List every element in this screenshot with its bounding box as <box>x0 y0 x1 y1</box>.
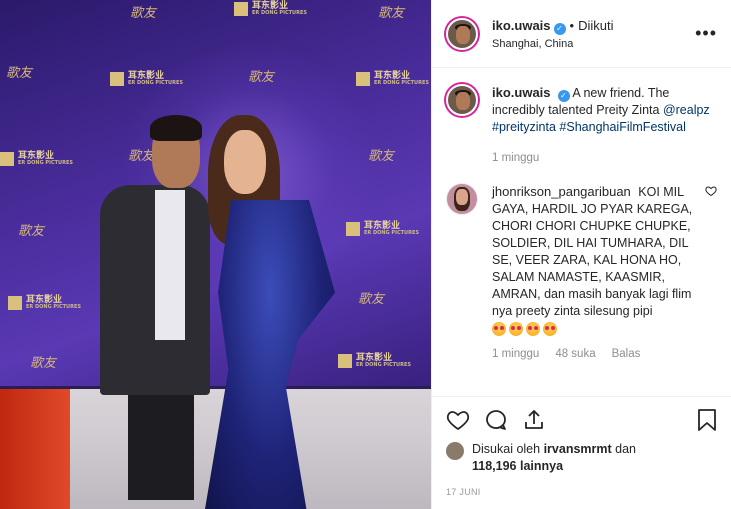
caption-mention[interactable]: @realpz <box>663 103 710 117</box>
caption-body: iko.uwais ✓ A new friend. The incredibly … <box>492 84 717 167</box>
likes-line: Disukai oleh irvansmrmt dan 118,196 lain… <box>446 441 718 475</box>
bookmark-icon[interactable] <box>696 408 718 432</box>
heart-eyes-emoji-icon <box>509 322 523 336</box>
author-avatar[interactable] <box>446 17 478 50</box>
caption-avatar[interactable] <box>446 84 478 116</box>
likes-connector: dan <box>615 442 637 456</box>
comment-meta: 1 minggu 48 suka Balas <box>492 346 699 363</box>
woman-face <box>224 130 266 194</box>
share-icon[interactable] <box>522 408 546 432</box>
likes-count[interactable]: 118,196 <box>472 459 517 473</box>
comment-like-heart-icon[interactable] <box>705 185 717 197</box>
backdrop-brand: 耳东影业 ER DONG PICTURES <box>110 72 183 86</box>
post-sidebar: iko.uwais ✓ • Diikuti Shanghai, China ••• i… <box>431 0 731 509</box>
heart-icon[interactable] <box>446 408 470 432</box>
liker-avatar[interactable] <box>446 442 464 460</box>
backdrop-brand: 耳东影业 ER DONG PICTURES <box>338 354 411 368</box>
likes-prefix: Disukai oleh <box>472 442 541 456</box>
caption-username[interactable]: iko.uwais <box>492 85 551 100</box>
backdrop-logo: 歌友 <box>6 66 33 81</box>
backdrop-brand: 耳东影业 ER DONG PICTURES <box>234 2 307 16</box>
instagram-post: 歌友 歌友 歌友 歌友 歌友 歌友 歌友 歌友 歌友 耳东影业 ER DONG P… <box>0 0 731 509</box>
backdrop-brand: 耳东影业 ER DONG PICTURES <box>8 296 81 310</box>
comment-text: KOI MIL GAYA, HARDIL JO PYAR KAREGA, CHO… <box>492 185 693 318</box>
comment-body: jhonrikson_pangaribuan KOI MIL GAYA, HAR… <box>492 183 699 363</box>
caption-time[interactable]: 1 minggu <box>492 150 539 167</box>
author-username[interactable]: iko.uwais <box>492 18 551 33</box>
post-header: iko.uwais ✓ • Diikuti Shanghai, China ••• <box>432 0 731 68</box>
location-link[interactable]: Shanghai, China <box>492 38 695 50</box>
verified-badge-icon: ✓ <box>553 22 566 35</box>
backdrop-logo: 歌友 <box>18 224 45 239</box>
reply-button[interactable]: Balas <box>612 346 641 363</box>
action-icons <box>446 403 718 437</box>
backdrop-logo: 歌友 <box>358 292 385 307</box>
post-date[interactable]: 17 JUNI <box>446 487 718 497</box>
more-options-icon[interactable]: ••• <box>695 23 717 44</box>
likes-text: Disukai oleh irvansmrmt dan 118,196 lain… <box>472 441 636 475</box>
comment-item: jhonrikson_pangaribuan KOI MIL GAYA, HAR… <box>446 183 717 363</box>
comment-likes[interactable]: 48 suka <box>555 346 595 363</box>
backdrop-logo: 歌友 <box>128 149 155 164</box>
likes-suffix[interactable]: lainnya <box>520 459 563 473</box>
caption: iko.uwais ✓ A new friend. The incredibly … <box>446 84 717 167</box>
heart-eyes-emoji-icon <box>526 322 540 336</box>
verified-badge-icon: ✓ <box>557 90 570 102</box>
red-carpet <box>0 389 70 509</box>
post-photo[interactable]: 歌友 歌友 歌友 歌友 歌友 歌友 歌友 歌友 歌友 耳东影业 ER DONG P… <box>0 0 431 509</box>
heart-eyes-emoji-icon <box>492 322 506 336</box>
liker-username[interactable]: irvansmrmt <box>544 442 612 456</box>
backdrop-logo: 歌友 <box>368 149 395 164</box>
backdrop-logo: 歌友 <box>130 6 157 21</box>
comment-emojis <box>492 322 699 336</box>
caption-hashtag[interactable]: #preityzinta <box>492 120 556 134</box>
comments-area: iko.uwais ✓ A new friend. The incredibly … <box>432 68 731 401</box>
backdrop-brand: 耳东影业 ER DONG PICTURES <box>346 222 419 236</box>
backdrop-brand: 耳东影业 ER DONG PICTURES <box>0 152 73 166</box>
caption-hashtag[interactable]: #ShanghaiFilmFestival <box>559 120 685 134</box>
backdrop-logo: 歌友 <box>248 70 275 85</box>
man-shirt <box>155 190 185 340</box>
comment-time[interactable]: 1 minggu <box>492 346 539 363</box>
backdrop-logo: 歌友 <box>30 356 57 371</box>
follow-status-button[interactable]: Diikuti <box>578 18 613 33</box>
man-hair <box>150 115 202 141</box>
commenter-avatar[interactable] <box>446 183 478 215</box>
post-actions: Disukai oleh irvansmrmt dan 118,196 lain… <box>432 396 731 497</box>
backdrop-brand: 耳东影业 ER DONG PICTURES <box>356 72 429 86</box>
heart-eyes-emoji-icon <box>543 322 557 336</box>
comment-icon[interactable] <box>484 408 508 432</box>
commenter-username[interactable]: jhonrikson_pangaribuan <box>492 184 631 199</box>
header-text: iko.uwais ✓ • Diikuti Shanghai, China <box>492 18 695 50</box>
backdrop-logo: 歌友 <box>378 6 405 21</box>
separator-dot: • <box>569 17 575 33</box>
